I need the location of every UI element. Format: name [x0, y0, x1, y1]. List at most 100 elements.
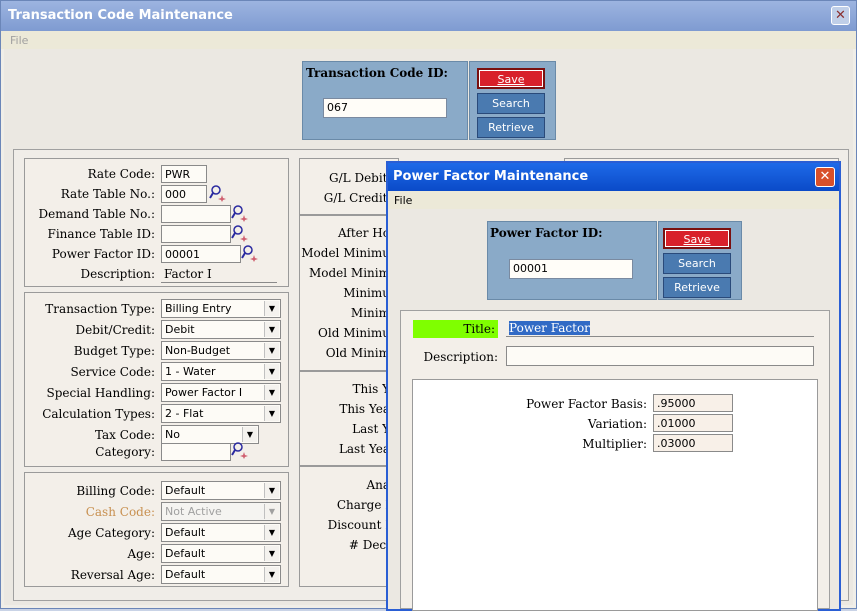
lookup-icon[interactable] — [231, 224, 249, 242]
reversal-age-select[interactable]: Default ▼ — [161, 565, 281, 584]
save-button[interactable]: Save — [477, 68, 545, 89]
age-category-value: Default — [165, 526, 206, 539]
this-year-label: This Y — [352, 382, 390, 396]
close-icon[interactable]: ✕ — [815, 167, 835, 187]
analysis-label: Ana — [366, 478, 390, 492]
rate-group: Rate Code: PWR Rate Table No.: 000 Deman… — [24, 158, 289, 287]
dialog-save-button[interactable]: Save — [663, 228, 731, 249]
dialog-menu-file[interactable]: File — [394, 194, 412, 207]
power-factor-id-input[interactable]: 00001 — [509, 259, 633, 279]
billing-code-value: Default — [165, 484, 206, 497]
chevron-down-icon: ▼ — [264, 343, 279, 358]
age-category-select[interactable]: Default ▼ — [161, 523, 281, 542]
menu-file[interactable]: File — [10, 34, 28, 47]
chevron-down-icon: ▼ — [264, 406, 279, 421]
demand-table-field[interactable] — [161, 205, 231, 223]
calculation-types-label: Calculation Types: — [42, 407, 155, 421]
debit-credit-select[interactable]: Debit ▼ — [161, 320, 281, 339]
service-code-label: Service Code: — [70, 365, 155, 379]
multiplier-field[interactable]: .03000 — [653, 434, 733, 452]
dialog-title: Power Factor Maintenance — [388, 163, 839, 191]
description-field[interactable]: Factor I — [161, 265, 277, 283]
minimum-2-label: Minim — [350, 306, 390, 320]
transaction-type-select[interactable]: Billing Entry ▼ — [161, 299, 281, 318]
tax-code-value: No — [165, 428, 180, 441]
lookup-icon[interactable] — [231, 204, 249, 222]
basis-field[interactable]: .95000 — [653, 394, 733, 412]
decimals-label: # Deci — [348, 538, 390, 552]
rate-code-label: Rate Code: — [87, 167, 155, 181]
window-title: Transaction Code Maintenance — [1, 1, 856, 31]
reversal-age-label: Reversal Age: — [70, 568, 155, 582]
rate-code-field[interactable]: PWR — [161, 165, 207, 183]
billing-code-select[interactable]: Default ▼ — [161, 481, 281, 500]
transaction-type-value: Billing Entry — [165, 302, 232, 315]
special-handling-label: Special Handling: — [46, 386, 155, 400]
category-label: Category: — [95, 445, 155, 459]
age-select[interactable]: Default ▼ — [161, 544, 281, 563]
service-code-select[interactable]: 1 - Water ▼ — [161, 362, 281, 381]
search-button[interactable]: Search — [477, 93, 545, 114]
chevron-down-icon: ▼ — [264, 364, 279, 379]
old-minimum-label: Old Minimu — [318, 326, 390, 340]
minimum-label: Minimu — [343, 286, 390, 300]
special-handling-select[interactable]: Power Factor I ▼ — [161, 383, 281, 402]
analysis-group: Ana Charge I Discount I # Deci — [299, 466, 399, 587]
finance-table-label: Finance Table ID: — [47, 227, 155, 241]
variation-label: Variation: — [587, 417, 647, 431]
this-year-2-label: This Yea — [339, 402, 390, 416]
multiplier-label: Multiplier: — [582, 437, 647, 451]
billing-group: Billing Code: Default ▼ Cash Code: Not Ac… — [24, 472, 289, 587]
budget-type-select[interactable]: Non-Budget ▼ — [161, 341, 281, 360]
lookup-icon[interactable] — [231, 441, 249, 459]
after-hours-label: After Ho — [337, 226, 390, 240]
age-label: Age: — [127, 547, 156, 561]
chevron-down-icon: ▼ — [264, 322, 279, 337]
transaction-type-label: Transaction Type: — [45, 302, 155, 316]
discount-label: Discount I — [327, 518, 390, 532]
chevron-down-icon: ▼ — [264, 301, 279, 316]
title-label: Title: — [413, 320, 498, 338]
main-button-panel: Save Search Retrieve — [469, 61, 556, 140]
chevron-down-icon: ▼ — [264, 385, 279, 400]
transaction-id-input[interactable]: 067 — [323, 98, 447, 118]
rate-table-field[interactable]: 000 — [161, 185, 207, 203]
billing-code-label: Billing Code: — [76, 484, 155, 498]
demand-table-label: Demand Table No.: — [38, 207, 155, 221]
model-minimum-label: Model Minimu — [301, 246, 390, 260]
dialog-search-button[interactable]: Search — [663, 253, 731, 274]
title-field[interactable]: Power Factor — [506, 319, 814, 337]
special-handling-value: Power Factor I — [165, 386, 243, 399]
dialog-description-label: Description: — [423, 350, 498, 364]
dialog-description-field[interactable] — [506, 346, 814, 366]
dialog-retrieve-button[interactable]: Retrieve — [663, 277, 731, 298]
gl-debit-label: G/L Debit A — [329, 171, 400, 185]
debit-credit-value: Debit — [165, 323, 195, 336]
tax-code-label: Tax Code: — [94, 428, 155, 442]
minimum-group: After Ho Model Minimu Model Minim Minimu… — [299, 215, 399, 371]
power-factor-id-panel: Power Factor ID: 00001 — [487, 221, 657, 300]
power-factor-dialog: Power Factor Maintenance ✕ File Power Fa… — [386, 161, 841, 611]
chevron-down-icon: ▼ — [264, 567, 279, 582]
age-value: Default — [165, 547, 206, 560]
finance-table-field[interactable] — [161, 225, 231, 243]
close-icon[interactable]: ✕ — [831, 6, 850, 25]
lookup-icon[interactable] — [209, 184, 227, 202]
chevron-down-icon: ▼ — [264, 546, 279, 561]
variation-field[interactable]: .01000 — [653, 414, 733, 432]
dialog-body: Power Factor ID: 00001 Save Search Retri… — [388, 209, 839, 611]
chevron-down-icon: ▼ — [264, 483, 279, 498]
chevron-down-icon: ▼ — [264, 525, 279, 540]
chevron-down-icon: ▼ — [264, 504, 279, 519]
transaction-group: Transaction Type: Billing Entry ▼ Debit/C… — [24, 292, 289, 467]
age-category-label: Age Category: — [68, 526, 155, 540]
old-minimum-2-label: Old Minim — [325, 346, 390, 360]
lookup-icon[interactable] — [241, 244, 259, 262]
cash-code-label: Cash Code: — [85, 505, 155, 519]
power-factor-field[interactable]: 00001 — [161, 245, 241, 263]
calculation-types-value: 2 - Flat — [165, 407, 204, 420]
calculation-types-select[interactable]: 2 - Flat ▼ — [161, 404, 281, 423]
category-field[interactable] — [161, 443, 231, 461]
last-year-label: Last Y — [352, 422, 390, 436]
retrieve-button[interactable]: Retrieve — [477, 117, 545, 138]
